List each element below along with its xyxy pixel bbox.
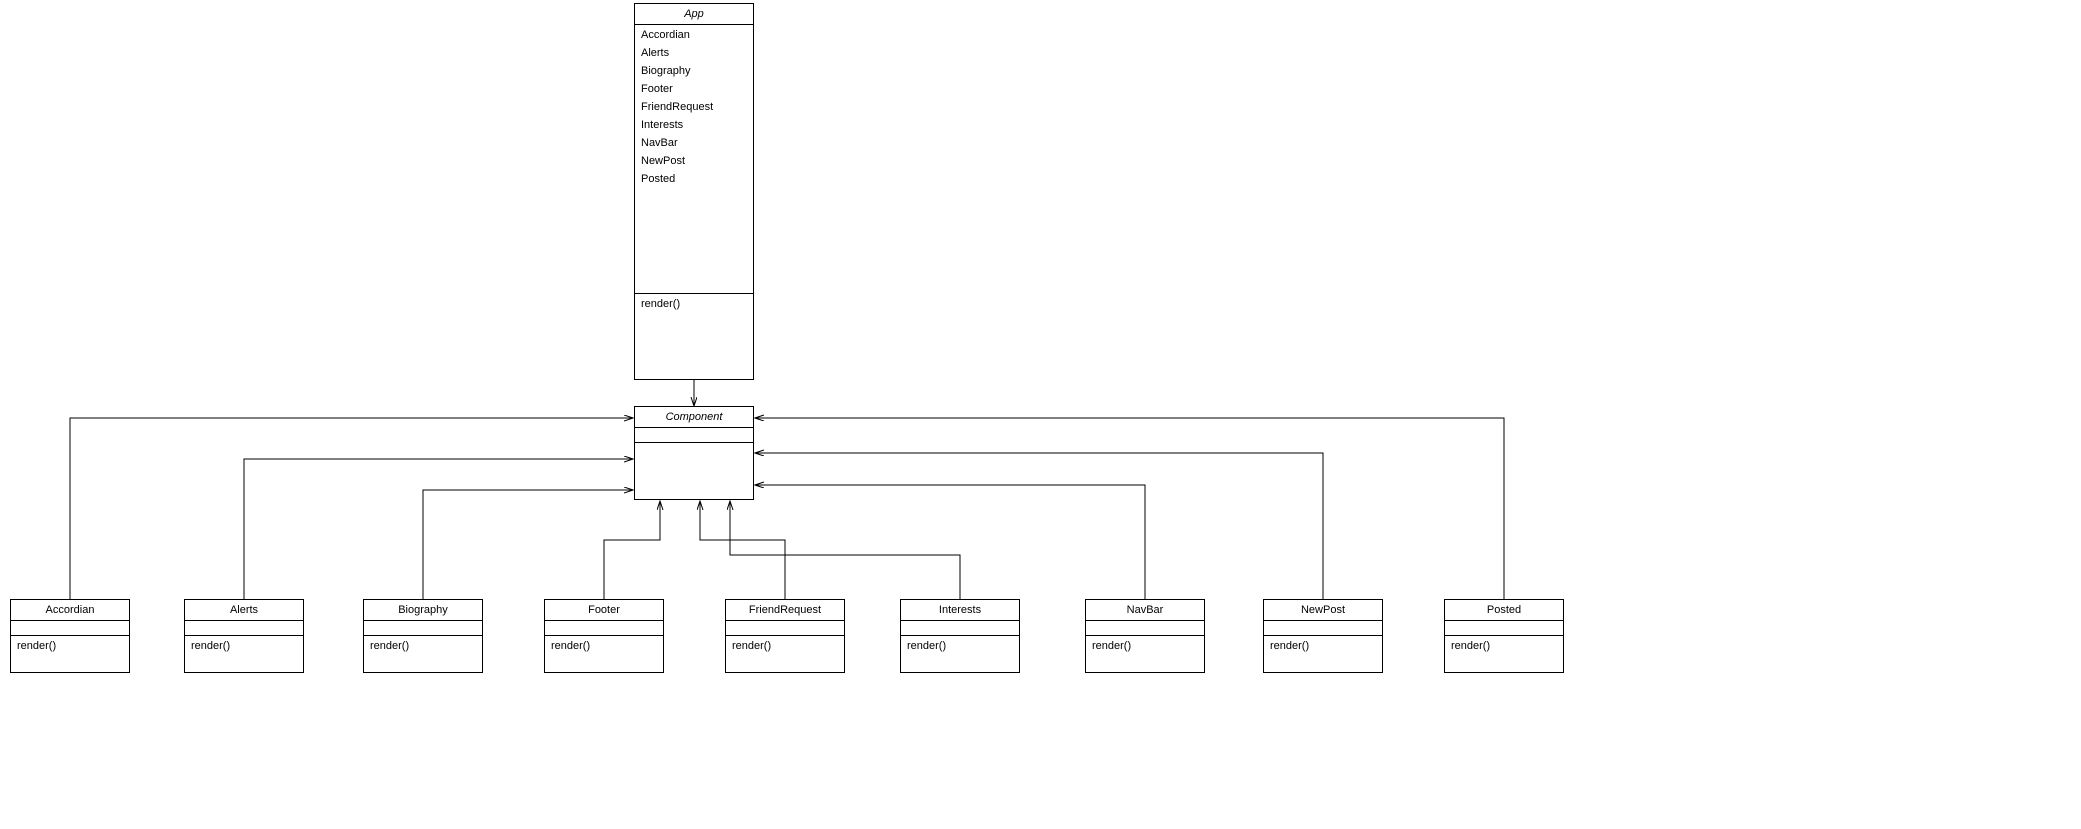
- class-component-operations: [635, 443, 753, 499]
- op-render: render(): [641, 298, 747, 310]
- class-alerts-attributes: [185, 621, 303, 636]
- class-friendrequest-operations: render(): [726, 636, 844, 672]
- attr-navbar: NavBar: [641, 137, 747, 149]
- class-footer-attributes: [545, 621, 663, 636]
- class-biography: Biography render(): [363, 599, 483, 673]
- class-posted: Posted render(): [1444, 599, 1564, 673]
- class-component-attributes: [635, 428, 753, 443]
- class-friendrequest-attributes: [726, 621, 844, 636]
- class-newpost-operations: render(): [1264, 636, 1382, 672]
- op-render: render(): [191, 640, 297, 652]
- attr-posted: Posted: [641, 173, 747, 185]
- op-render: render(): [370, 640, 476, 652]
- class-footer-title: Footer: [545, 600, 663, 621]
- class-newpost-attributes: [1264, 621, 1382, 636]
- op-render: render(): [17, 640, 123, 652]
- class-app: App Accordian Alerts Biography Footer Fr…: [634, 3, 754, 380]
- class-component-title: Component: [635, 407, 753, 428]
- class-interests: Interests render(): [900, 599, 1020, 673]
- class-biography-attributes: [364, 621, 482, 636]
- class-alerts-operations: render(): [185, 636, 303, 672]
- class-biography-title: Biography: [364, 600, 482, 621]
- connectors: [0, 0, 2081, 829]
- class-navbar: NavBar render(): [1085, 599, 1205, 673]
- attr-friendrequest: FriendRequest: [641, 101, 747, 113]
- class-navbar-operations: render(): [1086, 636, 1204, 672]
- class-navbar-title: NavBar: [1086, 600, 1204, 621]
- class-alerts: Alerts render(): [184, 599, 304, 673]
- class-biography-operations: render(): [364, 636, 482, 672]
- class-footer: Footer render(): [544, 599, 664, 673]
- class-interests-operations: render(): [901, 636, 1019, 672]
- class-component: Component: [634, 406, 754, 500]
- class-newpost: NewPost render(): [1263, 599, 1383, 673]
- op-render: render(): [1451, 640, 1557, 652]
- class-newpost-title: NewPost: [1264, 600, 1382, 621]
- class-posted-attributes: [1445, 621, 1563, 636]
- class-app-attributes: Accordian Alerts Biography Footer Friend…: [635, 25, 753, 294]
- attr-alerts: Alerts: [641, 47, 747, 59]
- attr-interests: Interests: [641, 119, 747, 131]
- class-friendrequest-title: FriendRequest: [726, 600, 844, 621]
- class-app-operations: render(): [635, 294, 753, 379]
- class-interests-attributes: [901, 621, 1019, 636]
- class-posted-operations: render(): [1445, 636, 1563, 672]
- attr-newpost: NewPost: [641, 155, 747, 167]
- diagram-canvas: App Accordian Alerts Biography Footer Fr…: [0, 0, 2081, 829]
- op-render: render(): [907, 640, 1013, 652]
- attr-biography: Biography: [641, 65, 747, 77]
- class-accordian: Accordian render(): [10, 599, 130, 673]
- class-navbar-attributes: [1086, 621, 1204, 636]
- op-render: render(): [551, 640, 657, 652]
- class-accordian-attributes: [11, 621, 129, 636]
- op-render: render(): [1092, 640, 1198, 652]
- class-footer-operations: render(): [545, 636, 663, 672]
- class-posted-title: Posted: [1445, 600, 1563, 621]
- op-render: render(): [1270, 640, 1376, 652]
- class-friendrequest: FriendRequest render(): [725, 599, 845, 673]
- class-interests-title: Interests: [901, 600, 1019, 621]
- attr-footer: Footer: [641, 83, 747, 95]
- class-alerts-title: Alerts: [185, 600, 303, 621]
- class-app-title: App: [635, 4, 753, 25]
- attr-accordian: Accordian: [641, 29, 747, 41]
- class-accordian-operations: render(): [11, 636, 129, 672]
- op-render: render(): [732, 640, 838, 652]
- class-accordian-title: Accordian: [11, 600, 129, 621]
